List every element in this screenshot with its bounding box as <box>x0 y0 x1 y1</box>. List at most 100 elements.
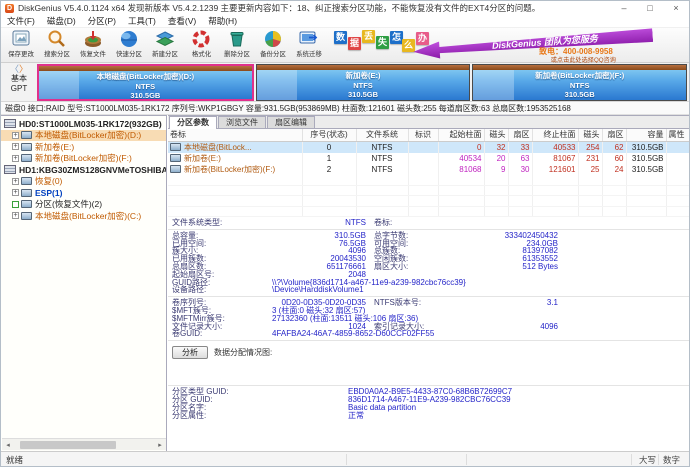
disk-tree-panel: HD0:ST1000LM035-1RK172(932GB) + 本地磁盘(Bit… <box>1 115 167 451</box>
maximize-button[interactable]: □ <box>637 2 663 15</box>
promo-banner[interactable]: 数 据 丢 失 怎 么 办 DiskGenius 团队为您服务 致电：400-0… <box>331 27 689 64</box>
checkbox-icon[interactable] <box>12 200 19 208</box>
expand-icon[interactable]: + <box>12 131 19 139</box>
partition-fs: NTFS <box>353 80 373 90</box>
partition-row[interactable]: 新加卷(E:) 1 NTFS 40534 20 63 81067 231 60 … <box>168 152 689 164</box>
save-changes-button[interactable]: 保存更改 <box>3 29 39 62</box>
disk-scheme-label: GPT <box>10 84 28 93</box>
partition-row[interactable]: 新加卷(BitLocker加密)(F:) 2 NTFS 81068 9 30 1… <box>168 163 689 175</box>
gpt-info-section: 分区类型 GUID: EBD0A0A2-B9E5-4433-87C0-68B6B7… <box>172 387 513 421</box>
tree-horizontal-scrollbar[interactable]: ◂ ▸ <box>2 438 166 450</box>
status-bar: 就绪 大写 数字 <box>1 451 689 466</box>
partition-icon <box>170 154 181 162</box>
menu-bar: 文件(F) 磁盘(D) 分区(P) 工具(T) 查看(V) 帮助(H) <box>1 15 689 28</box>
col-head[interactable]: 磁头 <box>484 129 509 142</box>
expand-icon[interactable]: + <box>12 212 19 220</box>
new-partition-button[interactable]: 新建分区 <box>147 29 183 62</box>
banner-tile: 么 <box>402 39 415 52</box>
system-migration-button[interactable]: 系统迁移 <box>291 29 327 62</box>
partition-params-section: 文件系统类型: NTFS 卷标: 总容量: 310.5GB 总字节数: 333402450… <box>168 219 689 342</box>
expand-icon[interactable]: + <box>12 143 19 151</box>
col-volume-label[interactable]: 卷标 <box>168 129 303 142</box>
menu-disk[interactable]: 磁盘(D) <box>41 15 82 27</box>
minimize-button[interactable]: – <box>611 2 637 15</box>
delete-partition-button[interactable]: 删除分区 <box>219 29 255 62</box>
divider <box>168 385 689 387</box>
partition-block-f[interactable]: 新加卷(BitLocker加密)(F:) NTFS 310.5GB <box>472 64 688 101</box>
tab-browse-files[interactable]: 浏览文件 <box>218 116 266 128</box>
col-index-status[interactable]: 序号(状态) <box>302 129 357 142</box>
banner-tile: 失 <box>376 36 389 49</box>
partition-name: 新加卷(BitLocker加密)(F:) <box>535 71 625 80</box>
format-button[interactable]: 格式化 <box>183 29 219 62</box>
partition-size: 310.5GB <box>347 90 379 99</box>
tree-item-partition-f[interactable]: + 新加卷(BitLocker加密)(F:) <box>1 153 166 165</box>
partition-icon <box>21 177 32 186</box>
col-filesystem[interactable]: 文件系统 <box>356 129 409 142</box>
expand-icon[interactable]: + <box>12 189 19 197</box>
menu-partition[interactable]: 分区(P) <box>82 15 122 27</box>
col-sector[interactable]: 扇区 <box>508 129 533 142</box>
tab-partition-params[interactable]: 分区参数 <box>169 116 217 129</box>
partition-icon <box>21 142 32 151</box>
recover-files-button[interactable]: 恢复文件 <box>75 29 111 62</box>
status-capslock: 大写 <box>639 455 657 465</box>
system-migration-icon <box>298 29 320 49</box>
disk-icon <box>4 119 16 129</box>
expand-icon[interactable]: + <box>12 177 19 185</box>
tree-item-recovered-files[interactable]: 分区(恢复文件)(2) <box>1 199 166 211</box>
partition-detail-panel: 分区参数 浏览文件 扇区编辑 卷标 序号(状态) 文件系统 标识 起始柱面 磁头 <box>168 115 689 451</box>
allocation-map-label: 数据分配情况图: <box>214 348 273 358</box>
tree-item-partition-c[interactable]: + 本地磁盘(BitLocker加密)(C:) <box>1 210 166 222</box>
empty-row <box>168 174 689 186</box>
partition-row[interactable]: 本地磁盘(BitLock... 0 NTFS 0 32 33 40533 254… <box>168 141 689 153</box>
banner-tile: 据 <box>348 37 361 50</box>
scroll-left-arrow[interactable]: ◂ <box>2 441 14 449</box>
expand-icon[interactable]: + <box>12 154 19 162</box>
menu-help[interactable]: 帮助(H) <box>202 15 243 27</box>
recover-files-icon <box>82 29 104 49</box>
menu-file[interactable]: 文件(F) <box>1 15 41 27</box>
col-end-cylinder[interactable]: 终止柱面 <box>532 129 579 142</box>
backup-partition-button[interactable]: 备份分区 <box>255 29 291 62</box>
tab-sector-edit[interactable]: 扇区编辑 <box>267 116 315 128</box>
tree-item-hd1[interactable]: HD1:KBG30ZMS128GNVMeTOSHIBA128 <box>1 164 166 176</box>
partition-icon <box>170 143 181 151</box>
partition-block-e[interactable]: 新加卷(E:) NTFS 310.5GB <box>255 64 471 101</box>
partition-icon <box>170 165 181 173</box>
next-disk-arrow[interactable]: 〉 <box>19 64 28 74</box>
partition-icon <box>21 188 32 197</box>
diskgenius-window: D DiskGenius V5.4.0.1124 x64 发现新版本 V5.4.… <box>0 0 690 467</box>
analyze-button[interactable]: 分析 <box>172 346 208 360</box>
tree-item-partition-d[interactable]: + 本地磁盘(BitLocker加密)(D:) <box>1 129 166 141</box>
prev-disk-arrow[interactable]: 〈 <box>10 64 19 74</box>
col-head2[interactable]: 磁头 <box>578 129 603 142</box>
tree-item-recovery[interactable]: + 恢复(0) <box>1 176 166 188</box>
partition-fs: NTFS <box>569 80 590 90</box>
disk-icon <box>4 165 16 175</box>
close-button[interactable]: × <box>663 2 689 15</box>
col-attributes[interactable]: 属性 <box>666 129 689 142</box>
col-capacity[interactable]: 容量 <box>626 129 667 142</box>
service-ribbon[interactable]: DiskGenius 团队为您服务 <box>413 27 654 61</box>
quick-partition-button[interactable]: 快速分区 <box>111 29 147 62</box>
search-partition-button[interactable]: 搜索分区 <box>39 29 75 62</box>
partition-graph-bar: 〈〉 基本 GPT 本地磁盘(BitLocker加密)(D:) NTFS 310… <box>1 63 689 102</box>
col-sector2[interactable]: 扇区 <box>602 129 627 142</box>
tree-item-hd0[interactable]: HD0:ST1000LM035-1RK172(932GB) <box>1 118 166 130</box>
delete-partition-icon <box>226 29 248 49</box>
format-icon <box>190 29 212 49</box>
menu-view[interactable]: 查看(V) <box>162 15 202 27</box>
partition-block-d[interactable]: 本地磁盘(BitLocker加密)(D:) NTFS 310.5GB <box>37 64 254 101</box>
status-numlock: 数字 <box>663 455 681 465</box>
menu-tools[interactable]: 工具(T) <box>122 15 162 27</box>
banner-tile: 丢 <box>362 30 375 43</box>
col-start-cylinder[interactable]: 起始柱面 <box>438 129 485 142</box>
scroll-thumb[interactable] <box>20 440 116 449</box>
scroll-right-arrow[interactable]: ▸ <box>154 441 166 449</box>
col-flag[interactable]: 标识 <box>408 129 439 142</box>
status-divider <box>346 454 347 465</box>
tree-item-esp[interactable]: + ESP(1) <box>1 187 166 199</box>
tree-item-partition-e[interactable]: + 新加卷(E:) <box>1 141 166 153</box>
window-title: DiskGenius V5.4.0.1124 x64 发现新版本 V5.4.2.… <box>18 3 541 13</box>
